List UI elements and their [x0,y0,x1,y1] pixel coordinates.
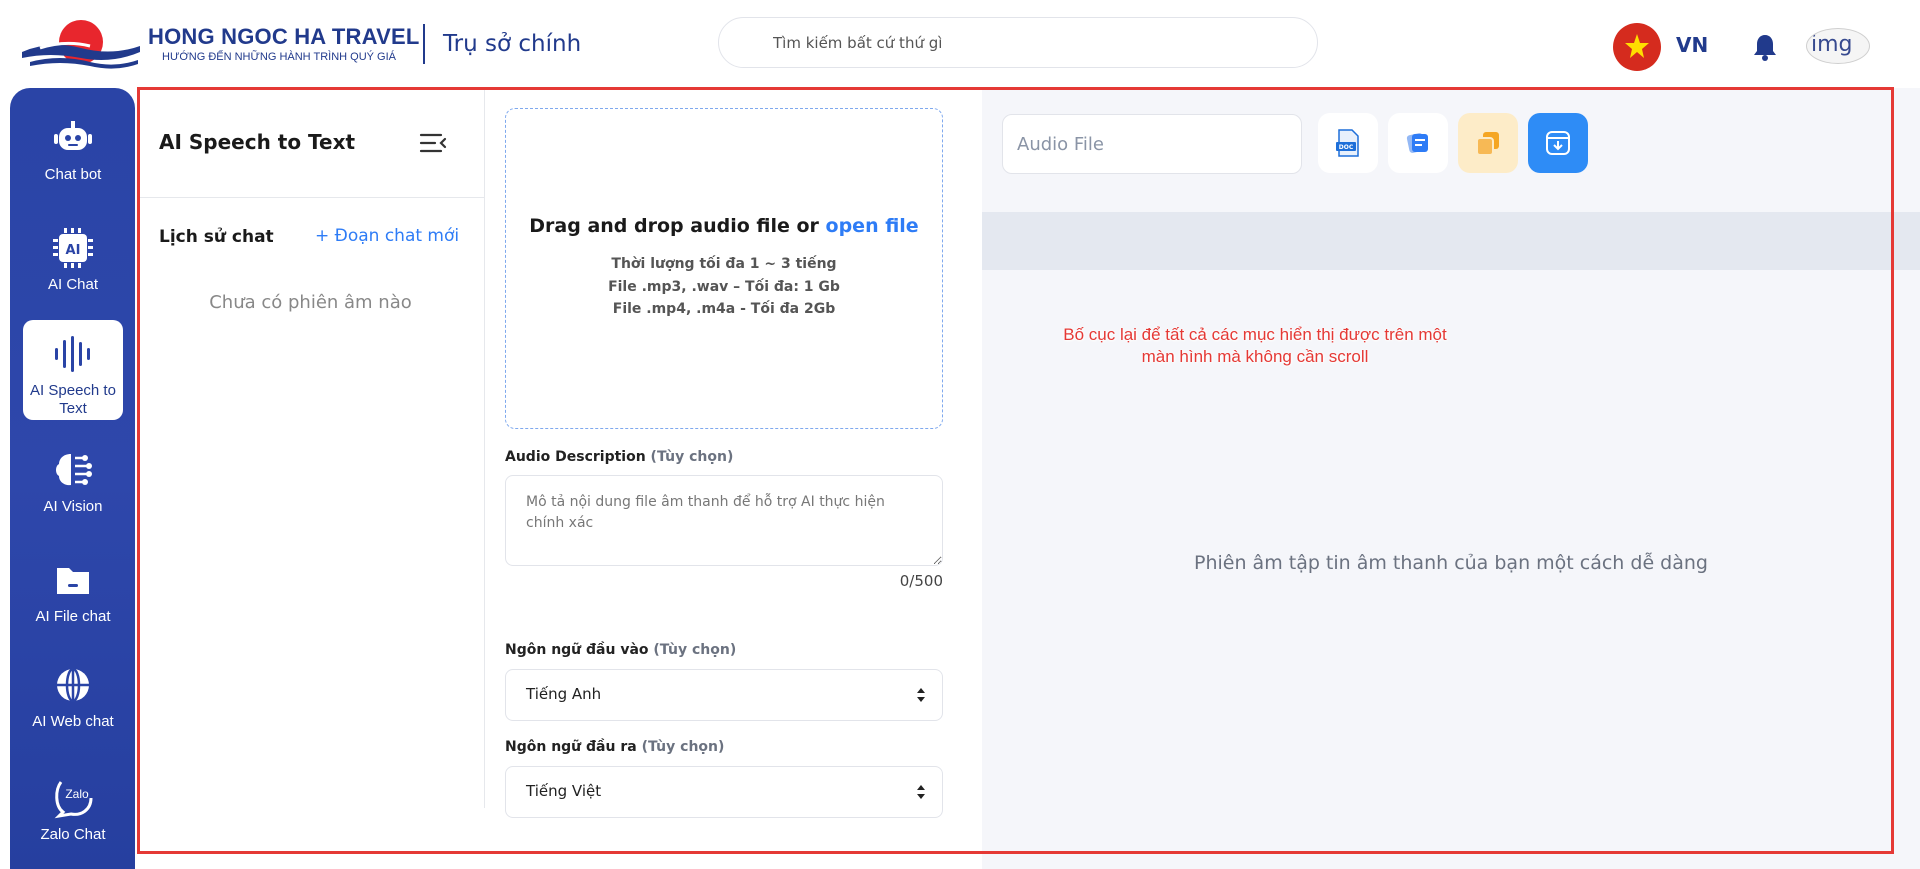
nav-item-zalo-chat[interactable]: Zalo Zalo Chat [23,776,123,844]
audio-description-textarea[interactable] [505,475,943,566]
label-text: Ngôn ngữ đầu vào [505,642,649,658]
folder-icon [57,568,89,594]
annotation-line-2: màn hình mà không cần scroll [1141,347,1369,366]
svg-text:Zalo: Zalo [65,787,89,801]
left-navigation: Chat bot AI AI Chat AI Speech to Text AI… [10,88,135,869]
collapse-menu-icon[interactable] [417,130,449,156]
audio-file-field[interactable] [1002,114,1302,174]
branch-selector[interactable]: Trụ sở chính [443,31,581,57]
brand-block: HONG NGOC HA TRAVEL HƯỚNG ĐẾN NHỮNG HÀNH… [148,24,419,63]
input-language-label: Ngôn ngữ đầu vào (Tùy chọn) [505,642,736,658]
nav-item-chat-bot[interactable]: Chat bot [23,116,123,184]
brand-tagline: HƯỚNG ĐẾN NHỮNG HÀNH TRÌNH QUÝ GIÁ [162,51,396,63]
optional-hint: (Tùy chọn) [653,642,737,658]
avatar-alt-text: img [1811,32,1853,57]
new-chat-link[interactable]: + Đoạn chat mới [315,226,459,246]
nav-label: AI Vision [43,498,103,515]
output-language-label: Ngôn ngữ đầu ra (Tùy chọn) [505,739,724,755]
nav-label: AI Speech to Text [30,382,116,417]
video-format-note: File .mp4, .m4a - Tối đa 2Gb [612,301,836,317]
char-counter: 0/500 [899,572,943,590]
result-empty-text: Phiên âm tập tin âm thanh của bạn một cá… [1194,552,1708,574]
download-button[interactable] [1528,113,1588,173]
nav-item-ai-file-chat[interactable]: AI File chat [23,558,123,626]
brain-icon [56,454,92,486]
audio-format-note: File .mp3, .wav – Tối đa: 1 Gb [608,279,840,295]
upload-form-panel: Drag and drop audio file or open file Th… [486,88,982,869]
notification-bell-icon[interactable] [1752,33,1778,61]
annotation-note: Bố cục lại để tất cả các mục hiển thị đư… [1050,324,1460,368]
chat-history-label: Lịch sử chat [159,227,274,247]
download-icon [1546,131,1570,155]
nav-item-ai-web-chat[interactable]: AI Web chat [23,663,123,731]
selected-value: Tiếng Việt [526,782,602,800]
globe-icon [57,667,89,703]
optional-hint: (Tùy chọn) [641,739,725,755]
search-input[interactable] [718,17,1318,68]
brand-name: HONG NGOC HA TRAVEL [148,24,420,49]
doc-file-icon: DOC [1336,129,1359,157]
translate-icon [1406,133,1428,153]
nav-label: AI Web chat [32,713,114,730]
svg-text:AI: AI [66,243,81,258]
nav-item-ai-chat[interactable]: AI AI Chat [23,226,123,294]
nav-item-ai-vision[interactable]: AI Vision [23,448,123,516]
dropzone-title: Drag and drop audio file or open file [506,215,942,237]
selected-value: Tiếng Anh [526,685,602,703]
svg-text:DOC: DOC [1339,144,1354,151]
dropzone-title-text: Drag and drop audio file or [529,215,826,237]
soundwave-icon [55,336,90,372]
output-language-select[interactable]: Tiếng Việt [505,766,943,818]
export-doc-button[interactable]: DOC [1318,113,1378,173]
robot-icon [54,121,92,150]
translate-button[interactable] [1388,113,1448,173]
copy-icon [1476,132,1499,156]
label-text: Ngôn ngữ đầu ra [505,739,637,755]
nav-label: Chat bot [44,166,102,183]
duration-note: Thời lượng tối đa 1 ~ 3 tiếng [611,256,837,272]
panel-title: AI Speech to Text [159,130,356,154]
nav-label: AI File chat [35,608,111,625]
audio-description-label: Audio Description (Tùy chọn) [505,449,733,465]
ai-chip-icon: AI [53,228,93,268]
language-label[interactable]: VN [1676,33,1708,57]
vietnam-flag-icon[interactable] [1613,23,1661,71]
user-avatar[interactable]: img [1806,28,1870,64]
transcript-result-panel: DOC Phiên âm tập tin âm thanh của bạn mộ… [982,88,1920,869]
brand-divider [423,24,425,64]
top-header: HONG NGOC HA TRAVEL HƯỚNG ĐẾN NHỮNG HÀNH… [0,0,1920,88]
annotation-line-1: Bố cục lại để tất cả các mục hiển thị đư… [1063,325,1447,344]
select-arrows-icon [917,688,925,702]
nav-label: Zalo Chat [40,826,106,843]
history-panel: AI Speech to Text Lịch sử chat + Đoạn ch… [137,88,485,808]
open-file-link[interactable]: open file [826,215,919,237]
input-language-select[interactable]: Tiếng Anh [505,669,943,721]
result-tab-bar [982,212,1920,270]
nav-label: AI Chat [47,276,99,293]
company-logo-icon[interactable] [20,18,142,70]
nav-item-ai-speech-to-text[interactable]: AI Speech to Text [23,320,123,420]
history-empty-text: Chưa có phiên âm nào [209,292,412,313]
panel-divider [137,197,484,198]
zalo-icon: Zalo [54,781,93,819]
copy-button[interactable] [1458,113,1518,173]
optional-hint: (Tùy chọn) [650,449,734,465]
select-arrows-icon [917,785,925,799]
audio-dropzone[interactable]: Drag and drop audio file or open file Th… [505,108,943,429]
label-text: Audio Description [505,449,646,465]
